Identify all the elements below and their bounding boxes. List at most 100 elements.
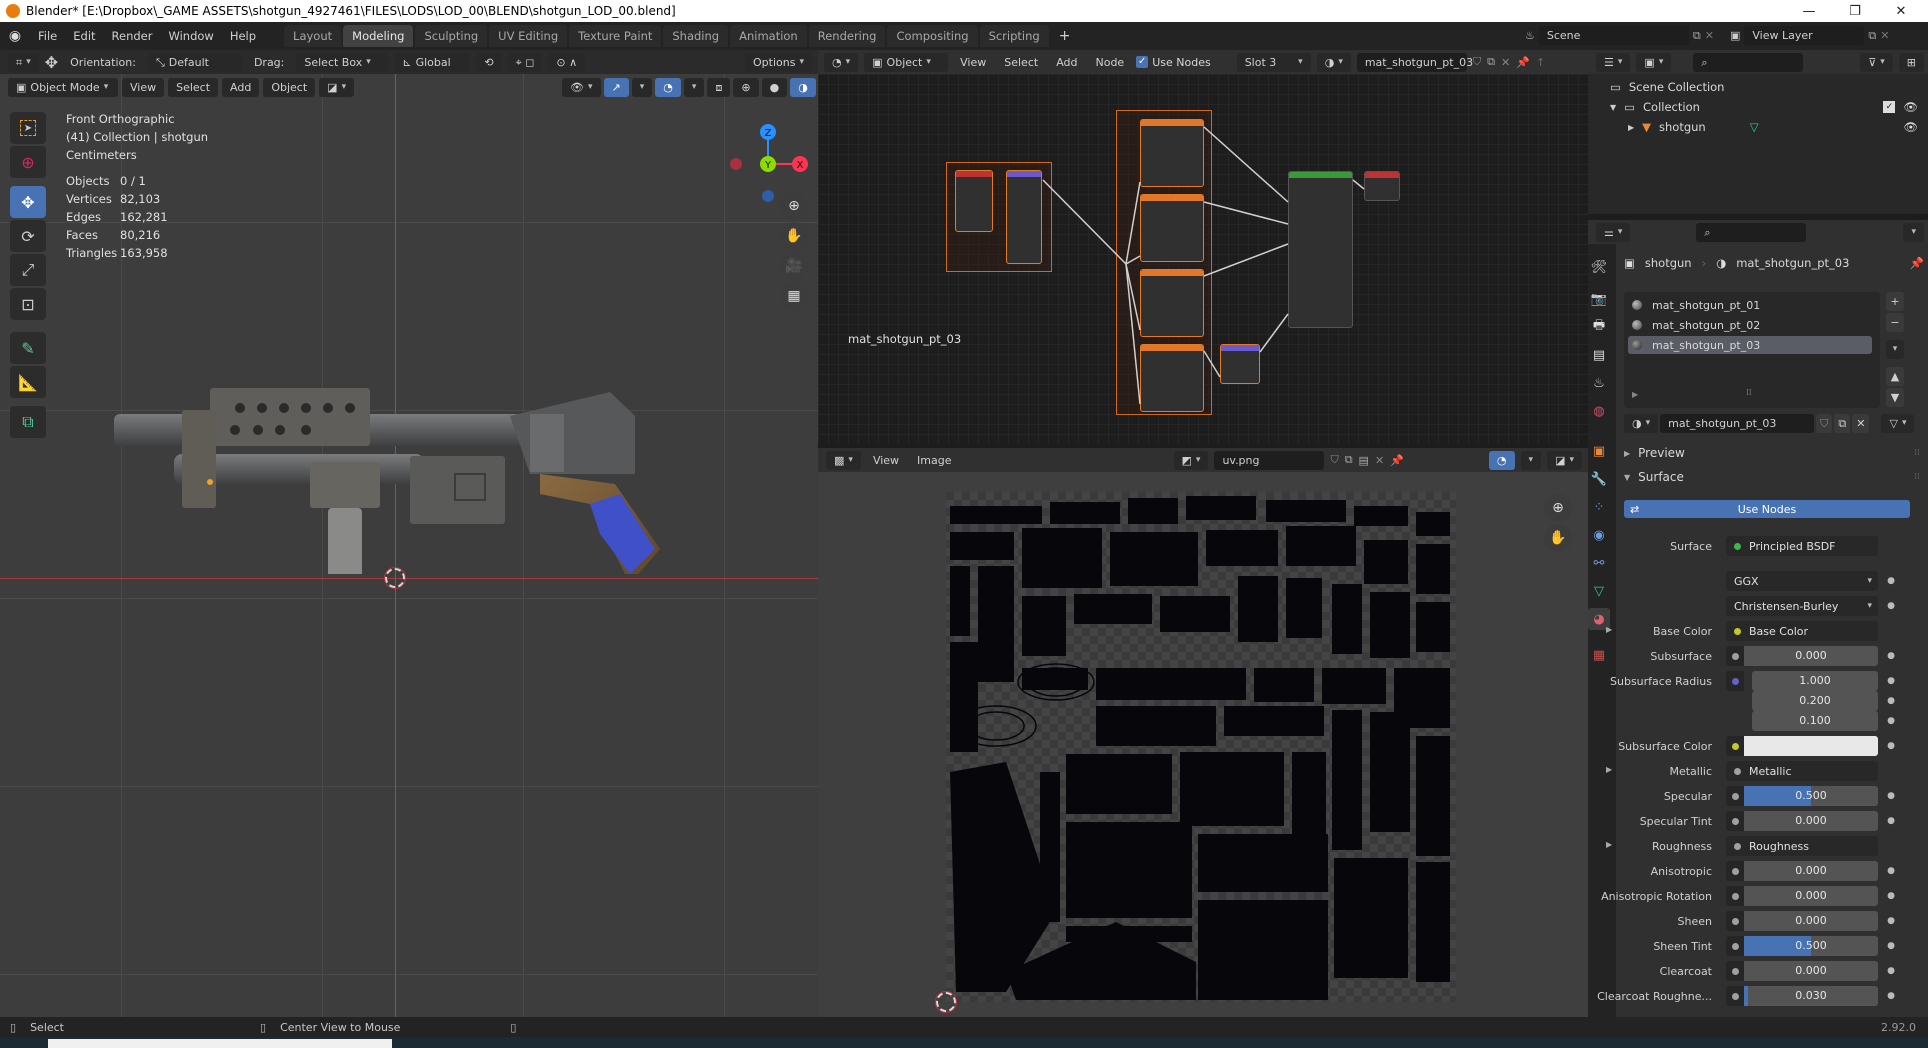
scene-icon[interactable]: ♨ — [1525, 29, 1535, 42]
expand-icon[interactable]: ▶ — [1606, 765, 1612, 774]
node-menu-node[interactable]: Node — [1089, 56, 1130, 69]
keyframe-dot[interactable]: ● — [1884, 741, 1898, 751]
display-mode-dropdown[interactable]: ▣ ▾ — [1636, 52, 1672, 72]
workspace-tab-modeling[interactable]: Modeling — [343, 25, 414, 47]
workspace-tab-rendering[interactable]: Rendering — [808, 25, 886, 47]
scene-selector[interactable]: Scene — [1538, 26, 1689, 45]
keyframe-dot[interactable]: ● — [1884, 791, 1898, 801]
keyframe-dot[interactable]: ● — [1884, 651, 1898, 661]
move-slot-down-button[interactable]: ▼ — [1886, 388, 1904, 407]
gizmo-toggle[interactable]: ↗ — [603, 78, 629, 97]
parent-node-tree-icon[interactable]: ↑ — [1536, 56, 1545, 69]
outliner-item-scene-collection[interactable]: ▭ Scene Collection — [1610, 80, 1724, 94]
new-view-layer-icon[interactable]: ⧉ — [1868, 29, 1876, 43]
material-browse-button[interactable]: ◑ ▾ — [1316, 52, 1351, 72]
taskbar-search-box[interactable] — [48, 1039, 392, 1048]
socket-icon[interactable] — [1726, 936, 1744, 956]
overlay-dropdown[interactable]: ▾ — [683, 78, 705, 97]
subsurface-color-swatch[interactable] — [1744, 736, 1878, 756]
socket-icon[interactable] — [1726, 671, 1744, 691]
socket-icon[interactable] — [1726, 961, 1744, 981]
menu-window[interactable]: Window — [160, 29, 221, 43]
mode-dropdown[interactable]: ▣ Object Mode ▾ — [8, 78, 118, 97]
keyframe-dot[interactable]: ● — [1884, 676, 1898, 686]
preview-panel-header[interactable]: ▶ Preview ⁞⁞ — [1624, 446, 1920, 460]
maximize-button[interactable]: ❐ — [1832, 0, 1878, 22]
workspace-tab-animation[interactable]: Animation — [730, 25, 807, 47]
workspace-tab-compositing[interactable]: Compositing — [887, 25, 978, 47]
socket-icon[interactable] — [1726, 811, 1744, 831]
shading-material-preview[interactable]: ◑ — [790, 78, 816, 97]
roughness-link-field[interactable]: Roughness — [1726, 836, 1878, 856]
image-zoom-button[interactable]: ⊕ — [1544, 494, 1572, 522]
output-tab-icon[interactable]: 🖶 — [1588, 316, 1610, 338]
pivot-point-dropdown[interactable]: ⟲ — [476, 52, 502, 72]
add-workspace-button[interactable]: + — [1051, 28, 1079, 44]
anisotropic-slider[interactable]: 0.000 — [1744, 861, 1878, 881]
new-image-icon[interactable]: ⧉ — [1345, 453, 1353, 467]
rotate-tool[interactable]: ⟳ — [10, 220, 46, 252]
pin-icon[interactable]: 📌 — [1516, 56, 1530, 69]
use-nodes-button[interactable]: ⇄ Use Nodes — [1624, 500, 1910, 518]
socket-icon[interactable] — [1726, 986, 1744, 1006]
object-tab-icon[interactable]: ▣ — [1588, 440, 1610, 462]
snap-toggle[interactable]: ⌖ ◻ — [507, 52, 543, 72]
clearcoat-slider[interactable]: 0.000 — [1744, 961, 1878, 981]
viewport-menu-object[interactable]: Object — [263, 78, 316, 97]
menu-render[interactable]: Render — [104, 29, 161, 43]
annotate-tool[interactable]: ✎ — [10, 332, 46, 364]
minimize-button[interactable]: — — [1786, 0, 1832, 22]
transform-tool[interactable]: ⊡ — [10, 288, 46, 320]
zoom-view-button[interactable]: ⊕ — [780, 192, 808, 220]
image-browse-button[interactable]: ◩ ▾ — [1173, 450, 1209, 470]
view-layer-icon[interactable]: ▣ — [1730, 29, 1740, 42]
3d-cursor-icon[interactable] — [384, 567, 406, 589]
tool-tab-icon[interactable]: 🛠 — [1588, 256, 1610, 278]
outliner-search-input[interactable]: ⌕ — [1693, 52, 1804, 72]
ortho-toggle-button[interactable]: ▦ — [780, 282, 808, 310]
remove-slot-button[interactable]: − — [1886, 313, 1904, 332]
pin-properties-icon[interactable]: 📌 — [1910, 256, 1924, 270]
subsurface-method-dropdown[interactable]: Christensen-Burley ▾ — [1726, 596, 1878, 616]
node-menu-view[interactable]: View — [954, 56, 992, 69]
keyframe-dot[interactable]: ● — [1884, 916, 1898, 926]
drag-dropdown[interactable]: Select Box ▾ — [296, 52, 389, 72]
subsurface-radius-z[interactable]: 0.100 — [1752, 711, 1878, 731]
specular-tint-slider[interactable]: 0.000 — [1744, 811, 1878, 831]
specular-slider[interactable]: 0.500 — [1744, 786, 1878, 806]
view-layer-selector[interactable]: View Layer — [1744, 26, 1865, 45]
proportional-edit-toggle[interactable]: ⊙ ∧ — [548, 52, 586, 72]
image-name-field[interactable]: uv.png — [1214, 450, 1325, 470]
mesh-data-icon[interactable]: ▽ — [1750, 120, 1759, 134]
shader-type-dropdown[interactable]: ▣ Object ▾ — [864, 52, 949, 72]
socket-icon[interactable] — [1726, 736, 1744, 756]
options-dropdown[interactable]: Options ▾ — [745, 52, 812, 72]
editor-type-button[interactable]: ⌗ ▾ — [8, 52, 39, 72]
image-overlay-dropdown[interactable]: ▾ — [1520, 450, 1542, 470]
viewport-menu-select[interactable]: Select — [168, 78, 219, 97]
socket-icon[interactable] — [1726, 886, 1744, 906]
camera-view-button[interactable]: 🎥 — [780, 252, 808, 280]
duplicate-material-icon[interactable]: ⧉ — [1487, 55, 1495, 69]
transform-orientation-dropdown[interactable]: ⊾ Global — [394, 52, 471, 72]
socket-icon[interactable] — [1726, 646, 1744, 666]
base-color-link-field[interactable]: Base Color — [1726, 621, 1878, 641]
workspace-tab-texture-paint[interactable]: Texture Paint — [569, 25, 662, 47]
material-slot-item[interactable]: mat_shotgun_pt_01 — [1628, 296, 1876, 314]
properties-search-input[interactable]: ⌕ — [1696, 222, 1807, 242]
orientation-dropdown[interactable]: ⤡ Default — [147, 52, 242, 72]
filter-dropdown[interactable]: ⊽ ▾ — [1860, 52, 1893, 72]
keyframe-dot[interactable]: ● — [1884, 866, 1898, 876]
image-overlay-toggle[interactable]: ◔ — [1488, 450, 1515, 470]
keyframe-dot[interactable]: ● — [1884, 576, 1898, 586]
keyframe-dot[interactable]: ● — [1884, 816, 1898, 826]
slot-dropdown[interactable]: Slot 3 ▾ — [1236, 52, 1311, 72]
sheen-tint-slider[interactable]: 0.500 — [1744, 936, 1878, 956]
menu-file[interactable]: File — [30, 29, 65, 43]
measure-tool[interactable]: 📐 — [10, 366, 46, 398]
new-collection-button[interactable]: ⊞ — [1898, 52, 1924, 72]
browse-material-button[interactable]: ◑ ▾ — [1624, 414, 1659, 433]
anisotropic-rotation-slider[interactable]: 0.000 — [1744, 886, 1878, 906]
material-slot-item[interactable]: mat_shotgun_pt_02 — [1628, 316, 1876, 334]
outliner-type-button[interactable]: ☰ ▾ — [1596, 52, 1631, 72]
